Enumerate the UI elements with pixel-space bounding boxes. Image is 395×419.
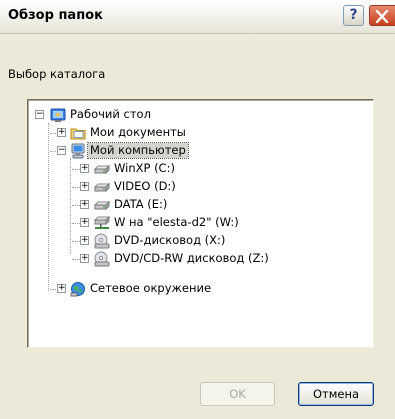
tree-item-label: Рабочий стол xyxy=(70,107,151,121)
title-bar[interactable]: Обзор папок ? xyxy=(0,0,395,34)
dvd-drive-icon xyxy=(94,251,110,267)
hard-drive-icon xyxy=(94,200,110,211)
expand-toggle[interactable]: + xyxy=(80,218,89,227)
collapse-toggle[interactable]: − xyxy=(57,146,66,155)
expand-toggle[interactable]: + xyxy=(80,164,89,173)
tree-item-label: WinXP (C:) xyxy=(114,161,175,175)
tree-item-label: VIDEO (D:) xyxy=(114,179,176,193)
network-drive-icon xyxy=(94,215,110,229)
ok-button[interactable]: OK xyxy=(200,382,275,406)
collapse-toggle[interactable]: − xyxy=(35,110,44,119)
tree-item-my-computer[interactable]: − Мой компьютер xyxy=(28,142,228,160)
tree-item-drive-c[interactable]: + WinXP (C:) xyxy=(28,160,288,178)
network-places-icon xyxy=(70,282,85,297)
tree-item-drive-d[interactable]: + VIDEO (D:) xyxy=(28,178,288,196)
expand-toggle[interactable]: + xyxy=(80,254,89,263)
tree-item-label: DVD-дисковод (X:) xyxy=(114,233,226,247)
browse-folders-dialog: Обзор папок ? Выбор каталога − Рабочий с… xyxy=(0,0,395,419)
dvd-drive-icon xyxy=(94,233,110,249)
tree-item-drive-e[interactable]: + DATA (E:) xyxy=(28,196,288,214)
folder-tree[interactable]: − Рабочий стол + Мои документы − Мой ком… xyxy=(27,99,374,348)
tree-item-label: DATA (E:) xyxy=(114,197,168,211)
tree-item-drive-w[interactable]: + W на "elesta-d2" (W:) xyxy=(28,214,328,232)
dialog-title: Обзор папок xyxy=(8,8,103,23)
close-icon xyxy=(375,10,389,23)
close-button[interactable] xyxy=(369,5,395,26)
hard-drive-icon xyxy=(94,164,110,175)
expand-toggle[interactable]: + xyxy=(80,182,89,191)
tree-item-label: W на "elesta-d2" (W:) xyxy=(114,215,239,229)
tree-item-desktop[interactable]: − Рабочий стол xyxy=(28,106,228,124)
prompt-label: Выбор каталога xyxy=(8,67,106,81)
expand-toggle[interactable]: + xyxy=(57,128,66,137)
expand-toggle[interactable]: + xyxy=(80,200,89,209)
computer-icon xyxy=(71,143,85,159)
tree-item-drive-x[interactable]: + DVD-дисковод (X:) xyxy=(28,232,328,250)
tree-item-label: Сетевое окружение xyxy=(90,281,212,295)
tree-item-label: DVD/CD-RW дисковод (Z:) xyxy=(114,251,269,265)
desktop-icon xyxy=(50,108,66,122)
tree-item-label: Мои документы xyxy=(90,125,186,139)
tree-item-my-documents[interactable]: + Мои документы xyxy=(28,124,228,142)
folder-icon xyxy=(70,128,86,140)
help-button[interactable]: ? xyxy=(343,5,364,26)
tree-item-label: Мой компьютер xyxy=(87,142,189,159)
hard-drive-icon xyxy=(94,182,110,193)
tree-item-network-places[interactable]: + Сетевое окружение xyxy=(28,280,288,298)
cancel-button[interactable]: Отмена xyxy=(298,382,374,406)
expand-toggle[interactable]: + xyxy=(57,284,66,293)
expand-toggle[interactable]: + xyxy=(80,236,89,245)
tree-item-drive-z[interactable]: + DVD/CD-RW дисковод (Z:) xyxy=(28,250,348,268)
